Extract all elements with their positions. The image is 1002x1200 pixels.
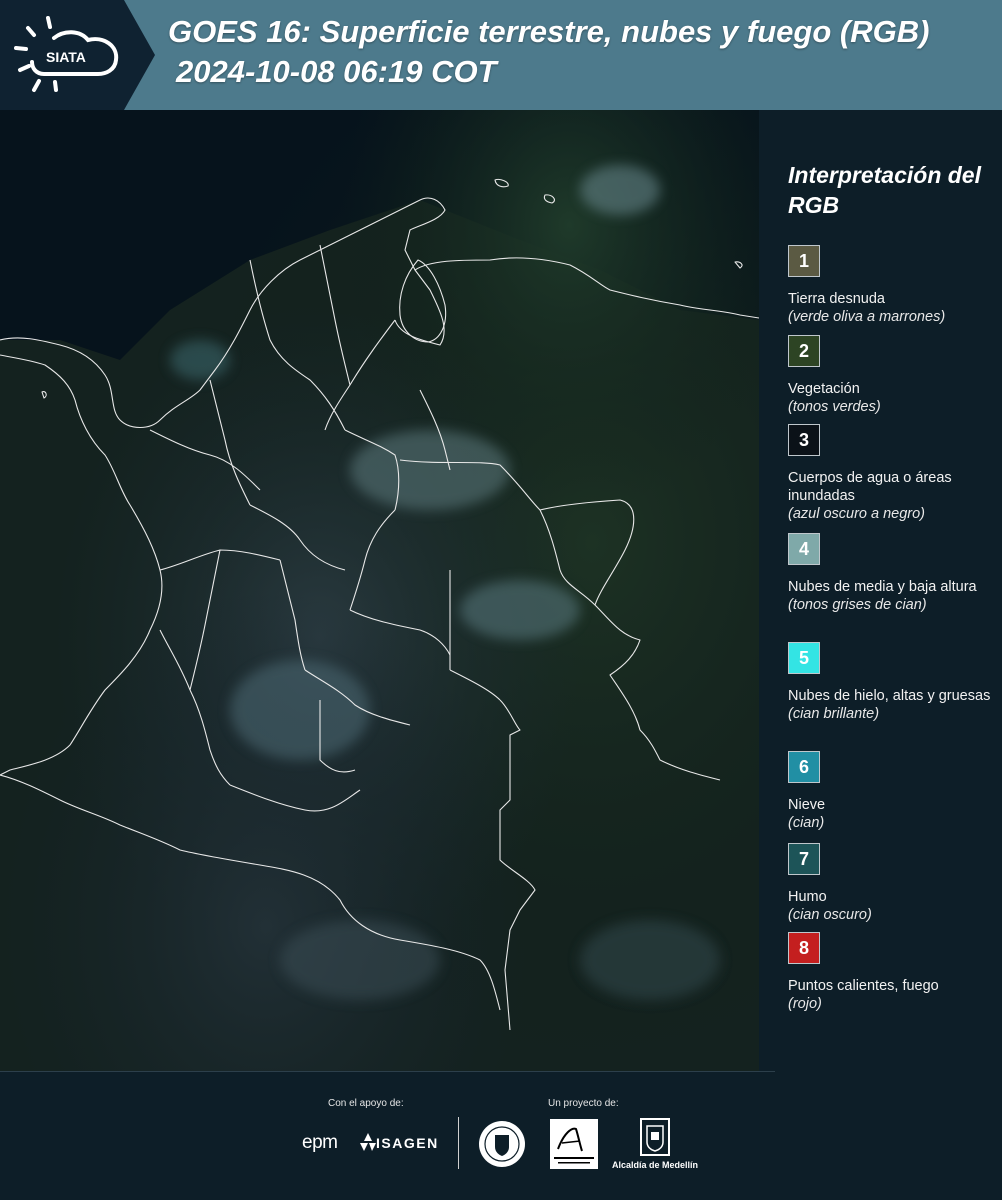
legend-item-low-clouds: 4 Nubes de media y baja altura (tonos gr… — [788, 533, 993, 614]
legend-item-snow: 6 Nieve (cian) — [788, 751, 993, 832]
legend-sub: (tonos verdes) — [788, 399, 881, 415]
legend-item-fire: 8 Puntos calientes, fuego (rojo) — [788, 932, 993, 1013]
legend-label: Nubes de media y baja altura — [788, 579, 977, 595]
legend-swatch: 6 — [788, 751, 820, 783]
legend-sub: (cian oscuro) — [788, 907, 872, 923]
legend-swatch: 8 — [788, 932, 820, 964]
legend-swatch: 2 — [788, 335, 820, 367]
legend-label: Humo — [788, 889, 827, 905]
legend-sub: (tonos grises de cian) — [788, 597, 927, 613]
legend-item-bare-soil: 1 Tierra desnuda (verde oliva a marrones… — [788, 245, 993, 326]
legend-item-water: 3 Cuerpos de agua o áreas inundadas (azu… — [788, 424, 993, 523]
isagen-logo: ISAGEN — [376, 1135, 439, 1151]
support-label: Con el apoyo de: — [328, 1098, 404, 1109]
isagen-icon — [360, 1133, 376, 1151]
legend-swatch: 7 — [788, 843, 820, 875]
legend-swatch: 5 — [788, 642, 820, 674]
legend-item-smoke: 7 Humo (cian oscuro) — [788, 843, 993, 924]
satellite-map[interactable] — [0, 110, 759, 1071]
legend-title: Interpretación del RGB — [788, 162, 981, 218]
area-metropolitana-logo-icon — [550, 1119, 598, 1169]
legend-label: Nieve — [788, 797, 826, 813]
satellite-image — [0, 110, 759, 1071]
project-label: Un proyecto de: — [548, 1098, 619, 1109]
legend-sub: (rojo) — [788, 996, 822, 1012]
university-seal-icon — [479, 1121, 525, 1167]
legend-sub: (azul oscuro a negro) — [788, 506, 926, 522]
alcaldia-label: Alcaldía de Medellín — [612, 1160, 699, 1170]
footer-separator — [458, 1117, 459, 1169]
logo-text: SIATA — [46, 49, 86, 65]
legend-swatch: 3 — [788, 424, 820, 456]
footer-divider-line — [0, 1071, 775, 1072]
legend-item-vegetation: 2 Vegetación (tonos verdes) — [788, 335, 993, 416]
legend-label: Tierra desnuda — [788, 291, 885, 307]
legend-sub: (verde oliva a marrones) — [788, 309, 946, 325]
legend-panel: Interpretación del RGB 1 Tierra desnuda … — [760, 110, 1002, 1071]
legend-item-ice-clouds: 5 Nubes de hielo, altas y gruesas (cian … — [788, 642, 993, 723]
legend-label: Nubes de hielo, altas y gruesas — [788, 688, 991, 704]
legend-sub: (cian) — [788, 815, 825, 831]
legend-label: Puntos calientes, fuego — [788, 978, 939, 994]
map-timestamp: 2024-10-08 06:19 COT — [176, 54, 497, 89]
footer: Con el apoyo de: Un proyecto de: epm ISA… — [0, 1071, 1002, 1200]
siata-logo: SIATA — [14, 16, 119, 92]
legend-label: Vegetación — [788, 381, 860, 397]
map-title: GOES 16: Superficie terrestre, nubes y f… — [168, 14, 930, 49]
legend-label: Cuerpos de agua o áreas inundadas — [788, 470, 952, 504]
legend-swatch: 4 — [788, 533, 820, 565]
legend-swatch: 1 — [788, 245, 820, 277]
alcaldia-shield-icon — [640, 1118, 670, 1156]
epm-logo: epm — [302, 1132, 338, 1153]
header: SIATA GOES 16: Superficie terrestre, nub… — [0, 0, 1002, 110]
legend-sub: (cian brillante) — [788, 706, 880, 722]
